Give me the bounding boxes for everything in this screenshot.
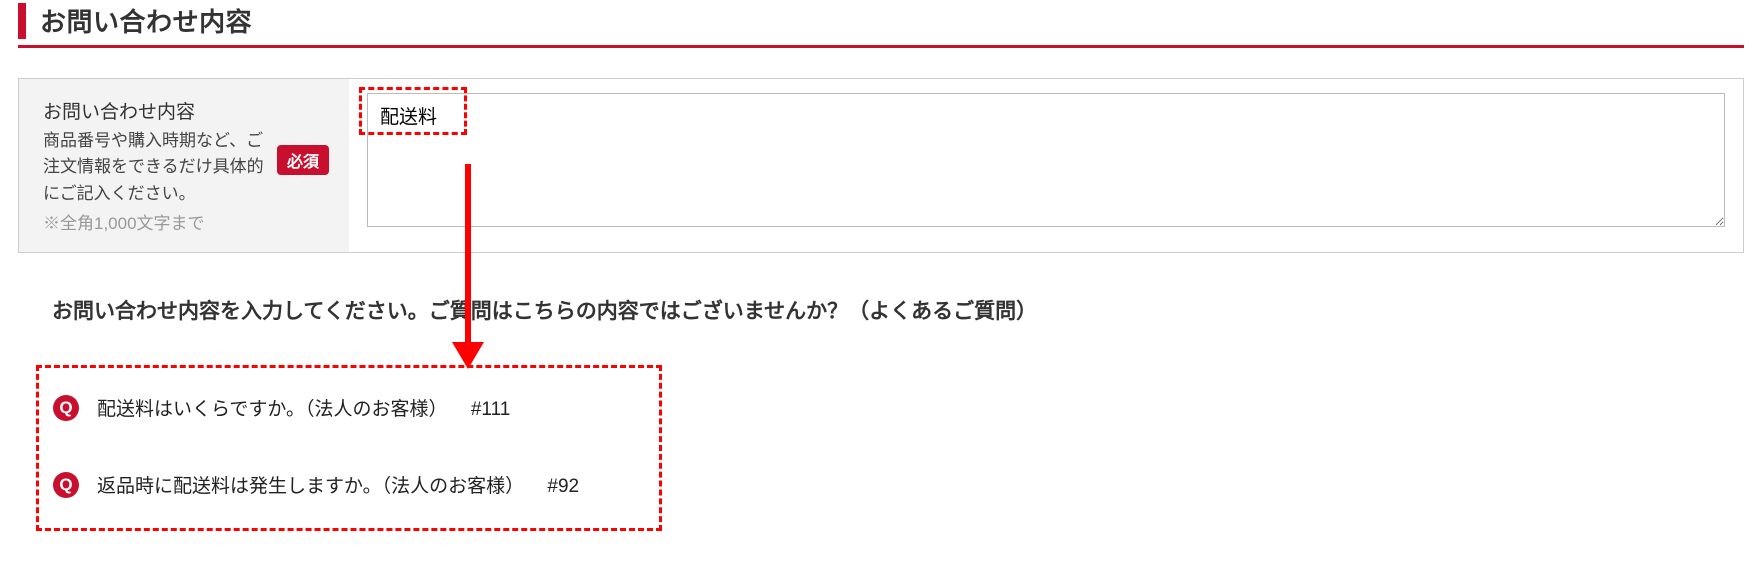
faq-item-text: 配送料はいくらですか。（法人のお客様）	[97, 399, 448, 420]
faq-item[interactable]: Q 配送料はいくらですか。（法人のお客様） #111	[51, 386, 647, 429]
section-title: お問い合わせ内容	[40, 2, 252, 39]
field-label-note: ※全角1,000文字まで	[43, 209, 269, 234]
faq-item-text: 返品時に配送料は発生しますか。（法人のお客様）	[97, 476, 524, 497]
faq-item-tag: #92	[547, 476, 579, 497]
faq-item-tag: #111	[471, 399, 510, 420]
faq-item[interactable]: Q 返品時に配送料は発生しますか。（法人のお客様） #92	[51, 463, 647, 506]
q-icon: Q	[53, 395, 79, 421]
q-icon: Q	[53, 472, 79, 498]
inquiry-textarea[interactable]	[367, 93, 1725, 227]
inquiry-input-cell	[349, 79, 1743, 252]
accent-bar	[18, 3, 26, 39]
inquiry-form-row: お問い合わせ内容 商品番号や購入時期など、ご注文情報をできるだけ具体的にご記入く…	[18, 78, 1744, 253]
field-label-title: お問い合わせ内容	[43, 97, 269, 124]
required-badge: 必須	[277, 145, 329, 175]
faq-suggestions-box: Q 配送料はいくらですか。（法人のお客様） #111 Q 返品時に配送料は発生し…	[36, 365, 662, 531]
section-header: お問い合わせ内容	[18, 2, 1744, 48]
field-label-desc: 商品番号や購入時期など、ご注文情報をできるだけ具体的にご記入ください。	[43, 128, 269, 207]
inquiry-label-cell: お問い合わせ内容 商品番号や購入時期など、ご注文情報をできるだけ具体的にご記入く…	[19, 79, 349, 252]
faq-prompt-text: お問い合わせ内容を入力してください。ご質問はこちらの内容ではございませんか？（よ…	[52, 295, 1744, 325]
